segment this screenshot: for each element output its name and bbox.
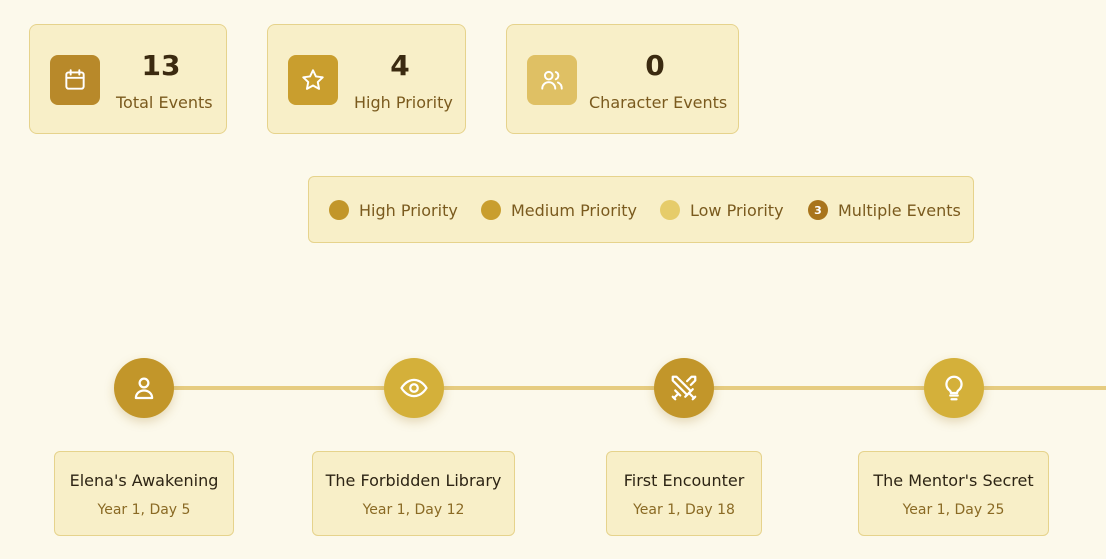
calendar-icon bbox=[50, 55, 100, 105]
event-card-forbidden-library[interactable]: The Forbidden Library Year 1, Day 12 bbox=[312, 451, 515, 536]
legend-item-medium-priority: Medium Priority bbox=[481, 200, 637, 220]
medium-priority-dot bbox=[481, 200, 501, 220]
legend-item-high-priority: High Priority bbox=[329, 200, 458, 220]
event-card-mentors-secret[interactable]: The Mentor's Secret Year 1, Day 25 bbox=[858, 451, 1049, 536]
event-node-first-encounter[interactable] bbox=[654, 358, 714, 418]
event-date: Year 1, Day 25 bbox=[902, 502, 1005, 518]
low-priority-dot bbox=[660, 200, 680, 220]
event-date: Year 1, Day 12 bbox=[362, 502, 465, 518]
event-node-mentors-secret[interactable] bbox=[924, 358, 984, 418]
event-date: Year 1, Day 5 bbox=[97, 502, 191, 518]
event-title: First Encounter bbox=[623, 471, 745, 490]
users-icon bbox=[527, 55, 577, 105]
legend-label: High Priority bbox=[359, 200, 458, 220]
event-title: Elena's Awakening bbox=[69, 471, 219, 490]
legend-label: Multiple Events bbox=[838, 200, 961, 220]
high-priority-dot bbox=[329, 200, 349, 220]
stat-card-character-events: 0 Character Events bbox=[506, 24, 739, 134]
event-card-first-encounter[interactable]: First Encounter Year 1, Day 18 bbox=[606, 451, 762, 536]
stat-card-high-priority: 4 High Priority bbox=[267, 24, 466, 134]
stat-value: 0 bbox=[645, 49, 665, 82]
stat-label: High Priority bbox=[354, 93, 453, 112]
legend-label: Low Priority bbox=[690, 200, 784, 220]
stat-value: 13 bbox=[141, 49, 181, 82]
multiple-events-count-badge: 3 bbox=[808, 200, 828, 220]
star-icon bbox=[288, 55, 338, 105]
legend-item-multiple-events: 3 Multiple Events bbox=[808, 200, 961, 220]
lightbulb-icon bbox=[945, 375, 963, 401]
user-icon bbox=[134, 377, 154, 400]
legend-label: Medium Priority bbox=[511, 200, 638, 220]
event-title: The Mentor's Secret bbox=[873, 471, 1034, 490]
stat-value: 4 bbox=[390, 49, 410, 82]
stat-card-total-events: 13 Total Events bbox=[29, 24, 227, 134]
event-node-forbidden-library[interactable] bbox=[384, 358, 444, 418]
priority-legend: High Priority Medium Priority Low Priori… bbox=[308, 176, 974, 243]
swords-icon bbox=[671, 375, 697, 401]
event-card-elenas-awakening[interactable]: Elena's Awakening Year 1, Day 5 bbox=[54, 451, 234, 536]
stat-label: Character Events bbox=[589, 93, 728, 112]
legend-item-low-priority: Low Priority bbox=[660, 200, 784, 220]
event-title: The Forbidden Library bbox=[325, 471, 502, 490]
stat-label: Total Events bbox=[116, 93, 213, 112]
eye-icon bbox=[400, 378, 428, 398]
event-node-elenas-awakening[interactable] bbox=[114, 358, 174, 418]
event-date: Year 1, Day 18 bbox=[633, 502, 735, 518]
